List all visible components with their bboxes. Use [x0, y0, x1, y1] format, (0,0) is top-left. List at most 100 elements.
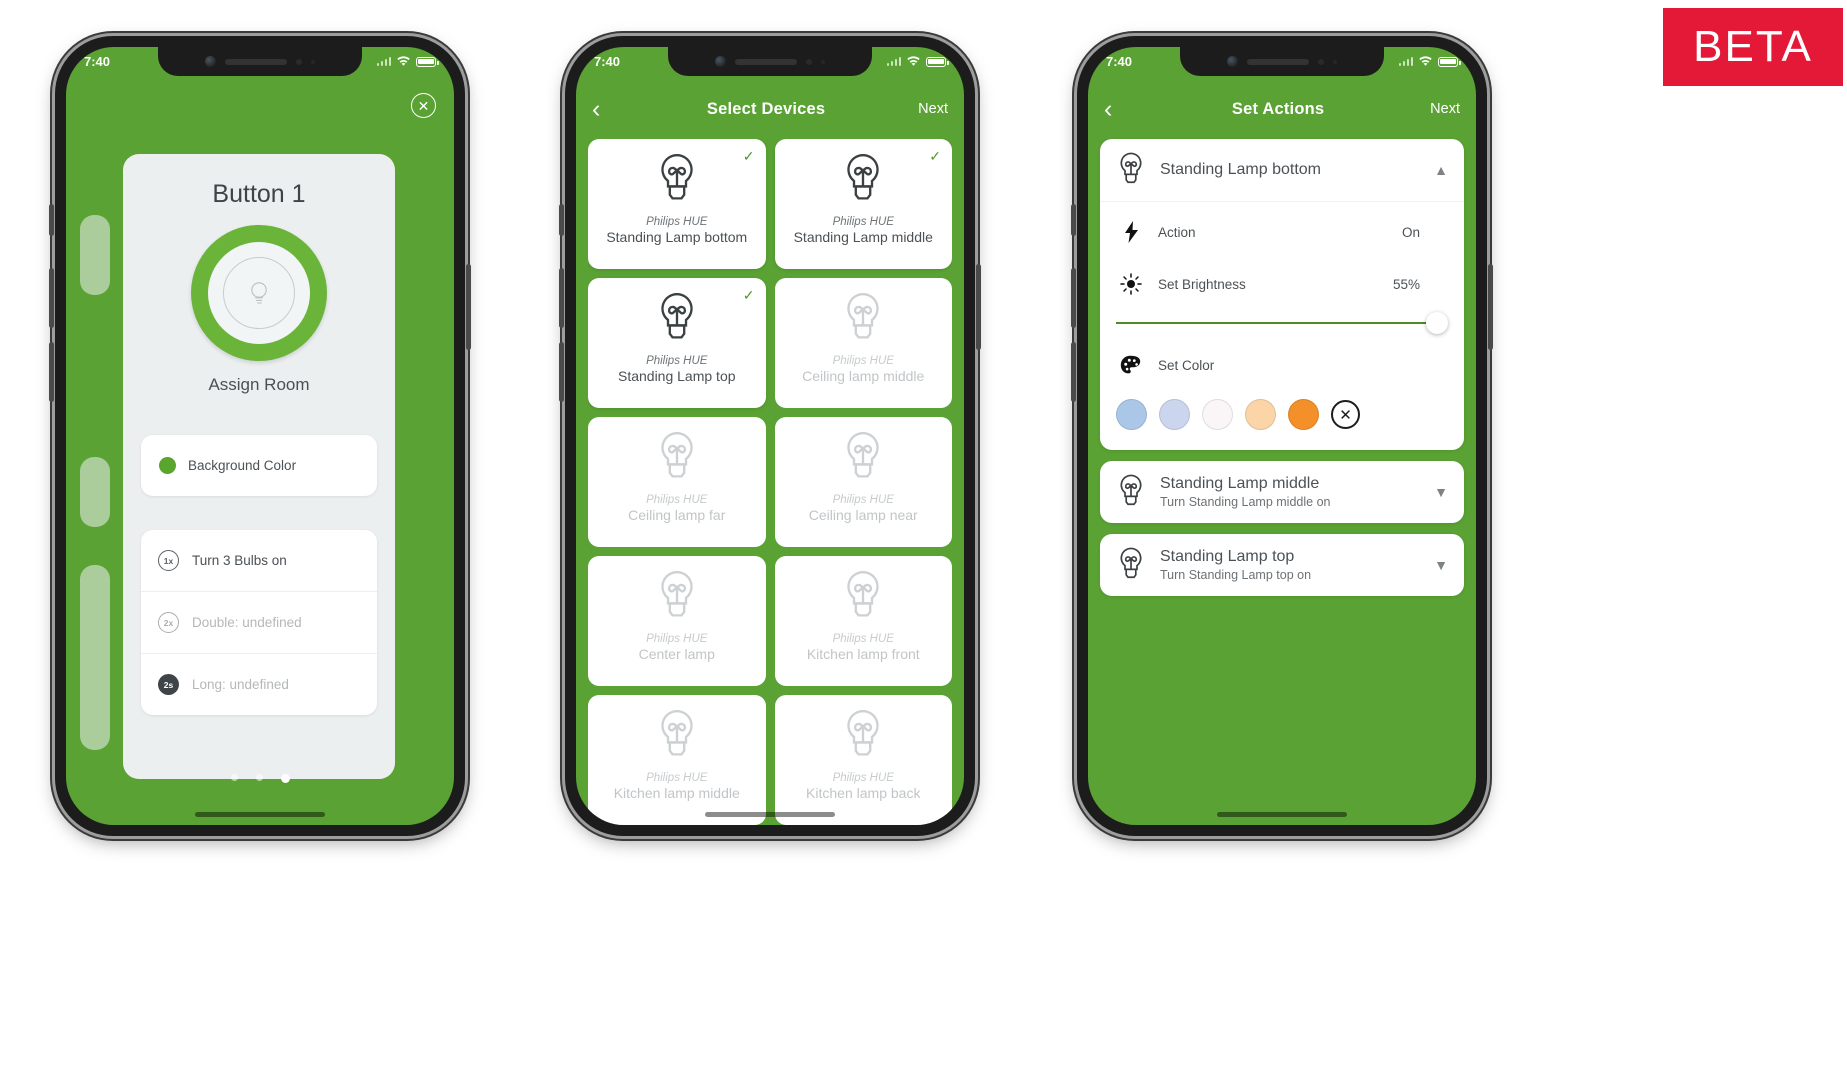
device-card[interactable]: ✓ Philips HUE Standing Lamp middle	[774, 139, 952, 269]
bolt-icon	[1116, 221, 1146, 243]
signal-icon	[376, 57, 391, 66]
phone1-screen: 7:40 ✕ Button 1 Assign Room Background C…	[66, 47, 454, 825]
action-label: Turn 3 Bulbs on	[192, 553, 287, 568]
battery-icon	[416, 56, 439, 67]
page-dot-active[interactable]	[280, 774, 290, 783]
device-card[interactable]: Philips HUE Kitchen lamp front	[774, 556, 952, 686]
phone2-status-bar: 7:40	[576, 47, 964, 76]
bulb-icon	[661, 431, 693, 478]
palette-swatch[interactable]	[1116, 399, 1147, 430]
phone3-volume-up[interactable]	[1071, 268, 1076, 328]
device-name: Kitchen lamp back	[806, 785, 921, 801]
phone1-power-button[interactable]	[466, 264, 471, 350]
back-icon[interactable]: ‹	[592, 96, 614, 122]
palette-swatch[interactable]	[1245, 399, 1276, 430]
phone2-volume-up[interactable]	[559, 268, 564, 328]
device-brand: Philips HUE	[646, 216, 708, 228]
phone2-mute-switch[interactable]	[559, 204, 564, 236]
device-card[interactable]: Philips HUE Ceiling lamp far	[588, 417, 766, 547]
home-indicator[interactable]	[705, 812, 835, 817]
bulb-icon	[661, 153, 693, 200]
screenshot-stage: BETA 7:40 ✕ Button 1 Assign Room Backgro…	[0, 0, 1847, 1081]
close-icon[interactable]: ✕	[411, 93, 436, 118]
action-row-single-tap[interactable]: 1x Turn 3 Bulbs on	[141, 530, 377, 591]
phone2-power-button[interactable]	[976, 264, 981, 350]
color-setting-row[interactable]: Set Color	[1116, 340, 1448, 391]
phone-2: 7:40 ‹ Select Devices Next ✓ Philips HUE…	[559, 36, 981, 836]
page-title: Select Devices	[706, 99, 826, 118]
bulb-icon	[1120, 152, 1142, 184]
status-time: 7:40	[1106, 54, 1133, 69]
set-actions-content: Standing Lamp bottom ▲ Action On Set Bri…	[1100, 139, 1464, 825]
palette-swatch[interactable]	[1159, 399, 1190, 430]
action-card-header[interactable]: Standing Lamp bottom ▲	[1100, 139, 1464, 201]
status-indicators	[1398, 56, 1461, 67]
phone1-volume-up[interactable]	[49, 268, 54, 328]
brightness-setting-row[interactable]: Set Brightness 55%	[1116, 258, 1448, 310]
chevron-down-icon[interactable]: ▼	[1434, 557, 1448, 573]
background-color-row[interactable]: Background Color	[141, 435, 377, 496]
bulb-icon	[654, 570, 700, 629]
bulb-icon	[1120, 547, 1142, 579]
page-dot[interactable]	[255, 774, 263, 781]
assign-room-label[interactable]: Assign Room	[141, 375, 377, 395]
device-name: Standing Lamp top	[617, 368, 736, 384]
device-card[interactable]: ✓ Philips HUE Standing Lamp bottom	[588, 139, 766, 269]
phone1-volume-down[interactable]	[49, 342, 54, 402]
device-card[interactable]: Philips HUE Ceiling lamp near	[774, 417, 952, 547]
action-card-collapsed[interactable]: Standing Lamp top Turn Standing Lamp top…	[1100, 534, 1464, 596]
background-color-card[interactable]: Background Color	[141, 435, 377, 496]
slider-thumb[interactable]	[1426, 312, 1448, 334]
device-card[interactable]: Philips HUE Center lamp	[588, 556, 766, 686]
dial-inner	[208, 242, 310, 344]
bulb-icon	[847, 709, 879, 756]
phone3-volume-down[interactable]	[1071, 342, 1076, 402]
bulb-icon	[840, 431, 886, 490]
status-indicators	[376, 56, 439, 67]
check-icon: ✓	[742, 287, 755, 303]
phone3-power-button[interactable]	[1488, 264, 1493, 350]
palette-swatch[interactable]	[1202, 399, 1233, 430]
device-card[interactable]: Philips HUE Kitchen lamp middle	[588, 695, 766, 825]
action-label: Double: undefined	[192, 615, 302, 630]
chevron-down-icon[interactable]: ▼	[1434, 484, 1448, 500]
home-indicator[interactable]	[195, 812, 325, 817]
page-title: Set Actions	[1231, 99, 1325, 118]
next-button[interactable]: Next	[918, 101, 948, 117]
page-dot[interactable]	[230, 774, 238, 781]
action-card-header[interactable]: Standing Lamp top Turn Standing Lamp top…	[1100, 534, 1464, 596]
action-row-long-press[interactable]: 2s Long: undefined	[141, 653, 377, 715]
chevron-up-icon[interactable]: ▲	[1434, 162, 1448, 178]
bulb-icon	[847, 153, 879, 200]
home-indicator[interactable]	[1217, 812, 1347, 817]
wifi-icon	[906, 56, 921, 67]
phone2-volume-down[interactable]	[559, 342, 564, 402]
action-card-collapsed[interactable]: Standing Lamp middle Turn Standing Lamp …	[1100, 461, 1464, 523]
brightness-value: 55%	[1392, 276, 1420, 292]
bulb-icon	[251, 282, 267, 304]
device-name: Ceiling lamp near	[808, 507, 918, 523]
phone1-mute-switch[interactable]	[49, 204, 54, 236]
device-card[interactable]: ✓ Philips HUE Standing Lamp top	[588, 278, 766, 408]
button-dial[interactable]	[191, 225, 327, 361]
close-circle-icon[interactable]: ✕	[1331, 400, 1360, 429]
action-setting-label: Action	[1158, 224, 1196, 240]
back-icon[interactable]: ‹	[1104, 96, 1126, 122]
bulb-icon	[654, 431, 700, 490]
action-row-double-tap[interactable]: 2x Double: undefined	[141, 591, 377, 653]
brightness-slider[interactable]	[1116, 312, 1448, 334]
action-card-header[interactable]: Standing Lamp middle Turn Standing Lamp …	[1100, 461, 1464, 523]
background-color-swatch[interactable]	[159, 457, 176, 474]
action-setting-row[interactable]: Action On	[1116, 206, 1448, 258]
device-card[interactable]: Philips HUE Ceiling lamp middle	[774, 278, 952, 408]
device-name: Standing Lamp middle	[793, 229, 933, 245]
bulb-icon	[847, 570, 879, 617]
bulb-icon	[661, 292, 693, 339]
device-card[interactable]: Philips HUE Kitchen lamp back	[774, 695, 952, 825]
palette-swatch[interactable]	[1288, 399, 1319, 430]
next-button[interactable]: Next	[1430, 101, 1460, 117]
phone3-mute-switch[interactable]	[1071, 204, 1076, 236]
device-brand: Philips HUE	[646, 772, 708, 784]
check-icon: ✓	[929, 148, 941, 164]
page-title: Button 1	[212, 180, 306, 208]
